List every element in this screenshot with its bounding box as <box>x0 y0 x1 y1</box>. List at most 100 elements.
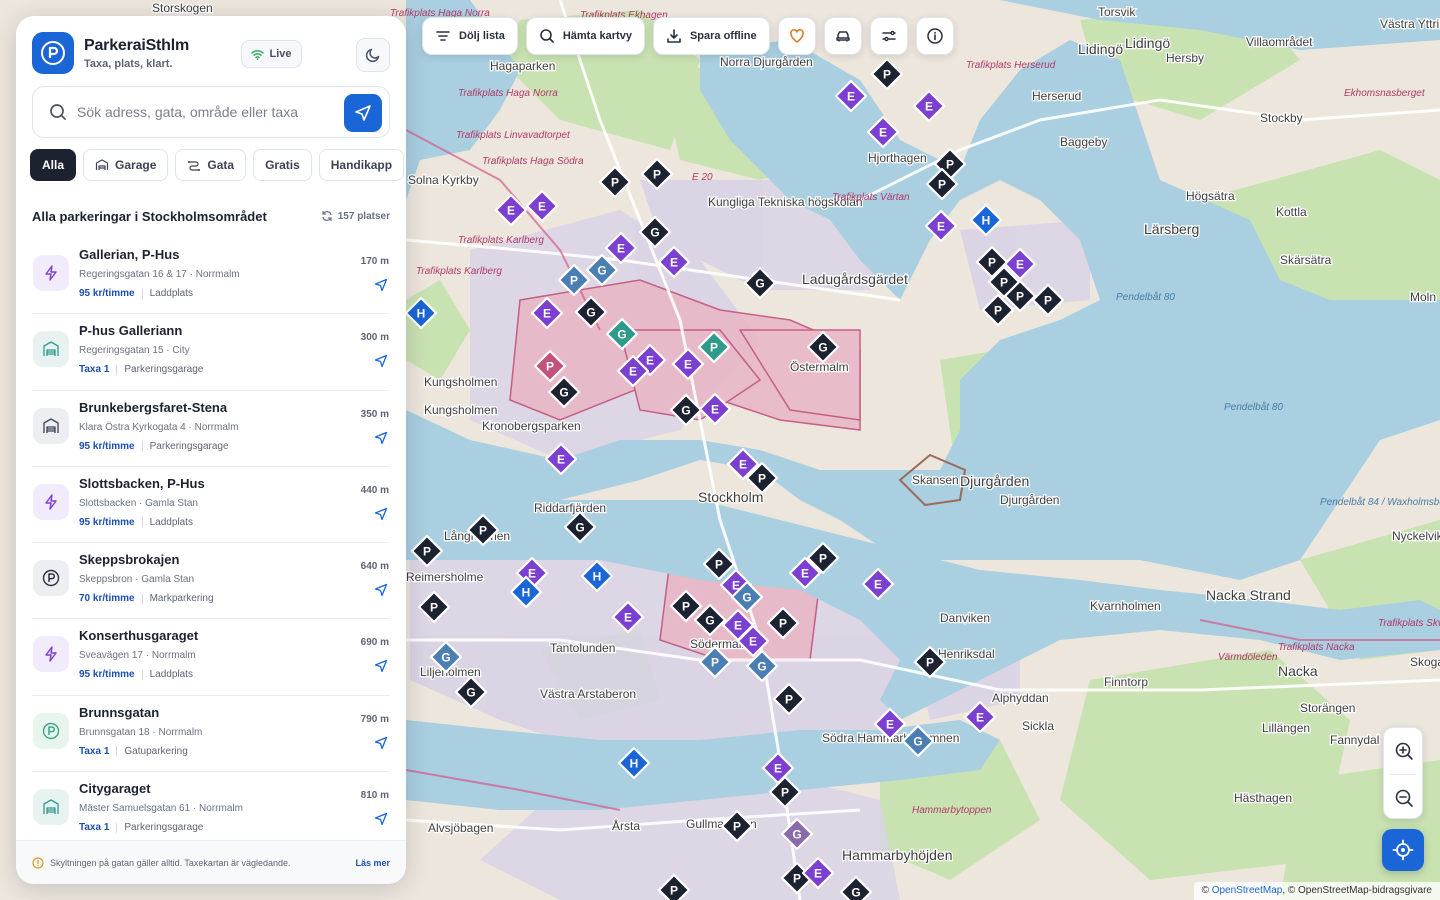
map-marker-label: E <box>774 762 782 776</box>
item-name: Brunnsgatan <box>79 704 160 720</box>
fetch-map-view-label: Hämta kartvy <box>562 30 632 42</box>
list-count[interactable]: 157 platser <box>321 210 390 222</box>
settings-button[interactable] <box>869 17 908 55</box>
item-name: Skeppsbrokajen <box>79 552 180 568</box>
parking-list-item[interactable]: Citygaraget Mäster Samuelsgatan 61 · Norr… <box>32 772 390 849</box>
map-marker-label: P <box>793 872 801 886</box>
map-route-label: Trafikplats Linvavadtorpet <box>456 130 571 141</box>
map-marker-label: E <box>646 354 654 368</box>
search-input[interactable] <box>77 104 327 120</box>
building-icon <box>33 407 69 444</box>
map-route-label: Trafikplats Värtan <box>832 192 910 203</box>
heart-icon <box>789 28 804 43</box>
parking-list-item[interactable]: Brunnsgatan Brunnsgatan 18 · Norrmalm Taxa… <box>32 696 390 773</box>
map-place-label: Årsta <box>612 818 640 833</box>
item-distance: 790 m <box>360 713 389 725</box>
list-header: Alla parkeringar i Stockholmsområdet 157… <box>32 206 390 226</box>
map-place-label: Kronobergsparken <box>482 419 581 433</box>
map-marker-label: E <box>847 90 855 104</box>
item-distance: 170 m <box>360 256 389 267</box>
navigation-arrow-icon <box>355 105 371 121</box>
hide-list-label: Dölj lista <box>459 30 505 42</box>
map-route-label: Trafikplats Skvaltan <box>1378 618 1440 629</box>
map-place-label: Reimersholme <box>406 570 484 584</box>
navigate-icon[interactable] <box>374 354 388 368</box>
filter-chip-garage[interactable]: Garage <box>83 149 169 181</box>
osm-link[interactable]: OpenStreetMap <box>1212 885 1283 896</box>
filter-chip-handikapp[interactable]: Handikapp <box>318 149 405 181</box>
filter-chip-gratis[interactable]: Gratis <box>253 149 312 181</box>
navigate-icon[interactable] <box>374 659 388 673</box>
item-price: Taxa 1 <box>79 822 110 834</box>
theme-toggle-button[interactable] <box>356 38 390 72</box>
map-place-label: Nacka Strand <box>1206 587 1291 603</box>
item-distance: 690 m <box>360 637 389 649</box>
filter-chip-label: Garage <box>115 158 157 172</box>
item-name: P-hus Galleriann <box>79 323 183 339</box>
my-car-button[interactable] <box>823 17 862 55</box>
item-type: Parkeringsgarage <box>149 440 229 452</box>
map-place-label: Solna Kyrkby <box>408 173 479 187</box>
map-marker-label: H <box>522 586 531 600</box>
parking-list-item[interactable]: Gallerian, P-Hus Regeringsgatan 16 & 17 ·… <box>32 238 390 315</box>
zoom-out-button[interactable] <box>1384 775 1424 821</box>
parking-list-item[interactable]: Konserthusgaraget Sveavägen 17 · Norrmalm… <box>32 619 390 696</box>
crosshair-icon <box>1392 839 1414 861</box>
item-distance: 300 m <box>360 332 389 344</box>
fetch-map-view-button[interactable]: Hämta kartvy <box>525 17 645 55</box>
map-marker-label: E <box>801 567 809 581</box>
map-place-label: Högsätra <box>1186 189 1235 203</box>
navigate-icon[interactable] <box>374 278 388 292</box>
navigate-icon[interactable] <box>374 812 388 826</box>
map-place-label: Hersby <box>1166 51 1204 65</box>
map-place-label: Östermalm <box>790 360 849 374</box>
filter-chip-alla[interactable]: Alla <box>30 149 77 181</box>
map-place-label: Henriksdal <box>938 647 995 661</box>
car-icon <box>835 31 850 42</box>
map-place-label: Kottla <box>1276 205 1307 219</box>
parking-list-item[interactable]: Skeppsbrokajen Skeppsbron · Gamla Stan 70 … <box>32 543 390 620</box>
item-meta: 95 kr/timme Laddplats <box>79 517 193 528</box>
read-more-link[interactable]: Läs mer <box>355 858 390 868</box>
map-marker-label: P <box>479 524 487 538</box>
street-icon <box>187 158 201 172</box>
item-distance: 440 m <box>360 484 389 496</box>
map-place-label: Djurgården <box>960 473 1029 489</box>
hide-list-button[interactable]: Dölj lista <box>422 17 518 55</box>
favorites-button[interactable] <box>777 17 816 55</box>
parking-list-item[interactable]: Slottsbacken, P-Hus Slottsbacken · Gamla … <box>32 467 390 544</box>
item-type: Laddplats <box>149 288 193 299</box>
live-status-badge[interactable]: Live <box>241 40 302 68</box>
map-route-label: Hammarbytoppen <box>912 805 992 816</box>
map-route-label: Pendelbåt 80 <box>1116 291 1175 303</box>
filter-chip-label: Gratis <box>265 158 300 172</box>
item-type: Markparkering <box>149 593 214 605</box>
navigate-icon[interactable] <box>374 507 388 521</box>
navigate-icon[interactable] <box>374 431 388 445</box>
navigate-button[interactable] <box>344 94 382 132</box>
item-meta: 70 kr/timme Markparkering <box>79 593 214 604</box>
save-offline-button[interactable]: Spara offline <box>652 17 770 55</box>
map-place-label: Lärsberg <box>1144 221 1199 237</box>
item-price: 95 kr/timme <box>79 516 135 528</box>
map-place-label: Fannydal <box>1330 733 1379 747</box>
map-marker-label: P <box>883 68 891 82</box>
filter-chip-gata[interactable]: Gata <box>175 149 247 181</box>
map-marker-label: G <box>742 591 751 605</box>
zoom-in-button[interactable] <box>1384 728 1424 774</box>
map-marker-label: G <box>441 651 450 665</box>
map-marker-label: P <box>653 168 661 182</box>
info-button[interactable] <box>915 17 954 55</box>
my-location-button[interactable] <box>1382 829 1424 871</box>
navigate-icon[interactable] <box>374 736 388 750</box>
parking-list-item[interactable]: Brunkebergsfaret-Stena Klara Östra Kyrkog… <box>32 391 390 467</box>
item-meta: 95 kr/timme Laddplats <box>79 288 193 299</box>
map-marker-label: P <box>570 274 578 288</box>
map-place-label: Danviken <box>940 611 990 625</box>
lightning-icon <box>33 255 69 291</box>
map-marker-label: P <box>733 820 741 834</box>
parking-list-item[interactable]: P-hus Galleriann Regeringsgatan 15 · City… <box>32 314 390 391</box>
navigate-icon[interactable] <box>374 583 388 597</box>
refresh-icon <box>322 210 332 222</box>
map-place-label: Västra Arstaberon <box>540 687 636 701</box>
